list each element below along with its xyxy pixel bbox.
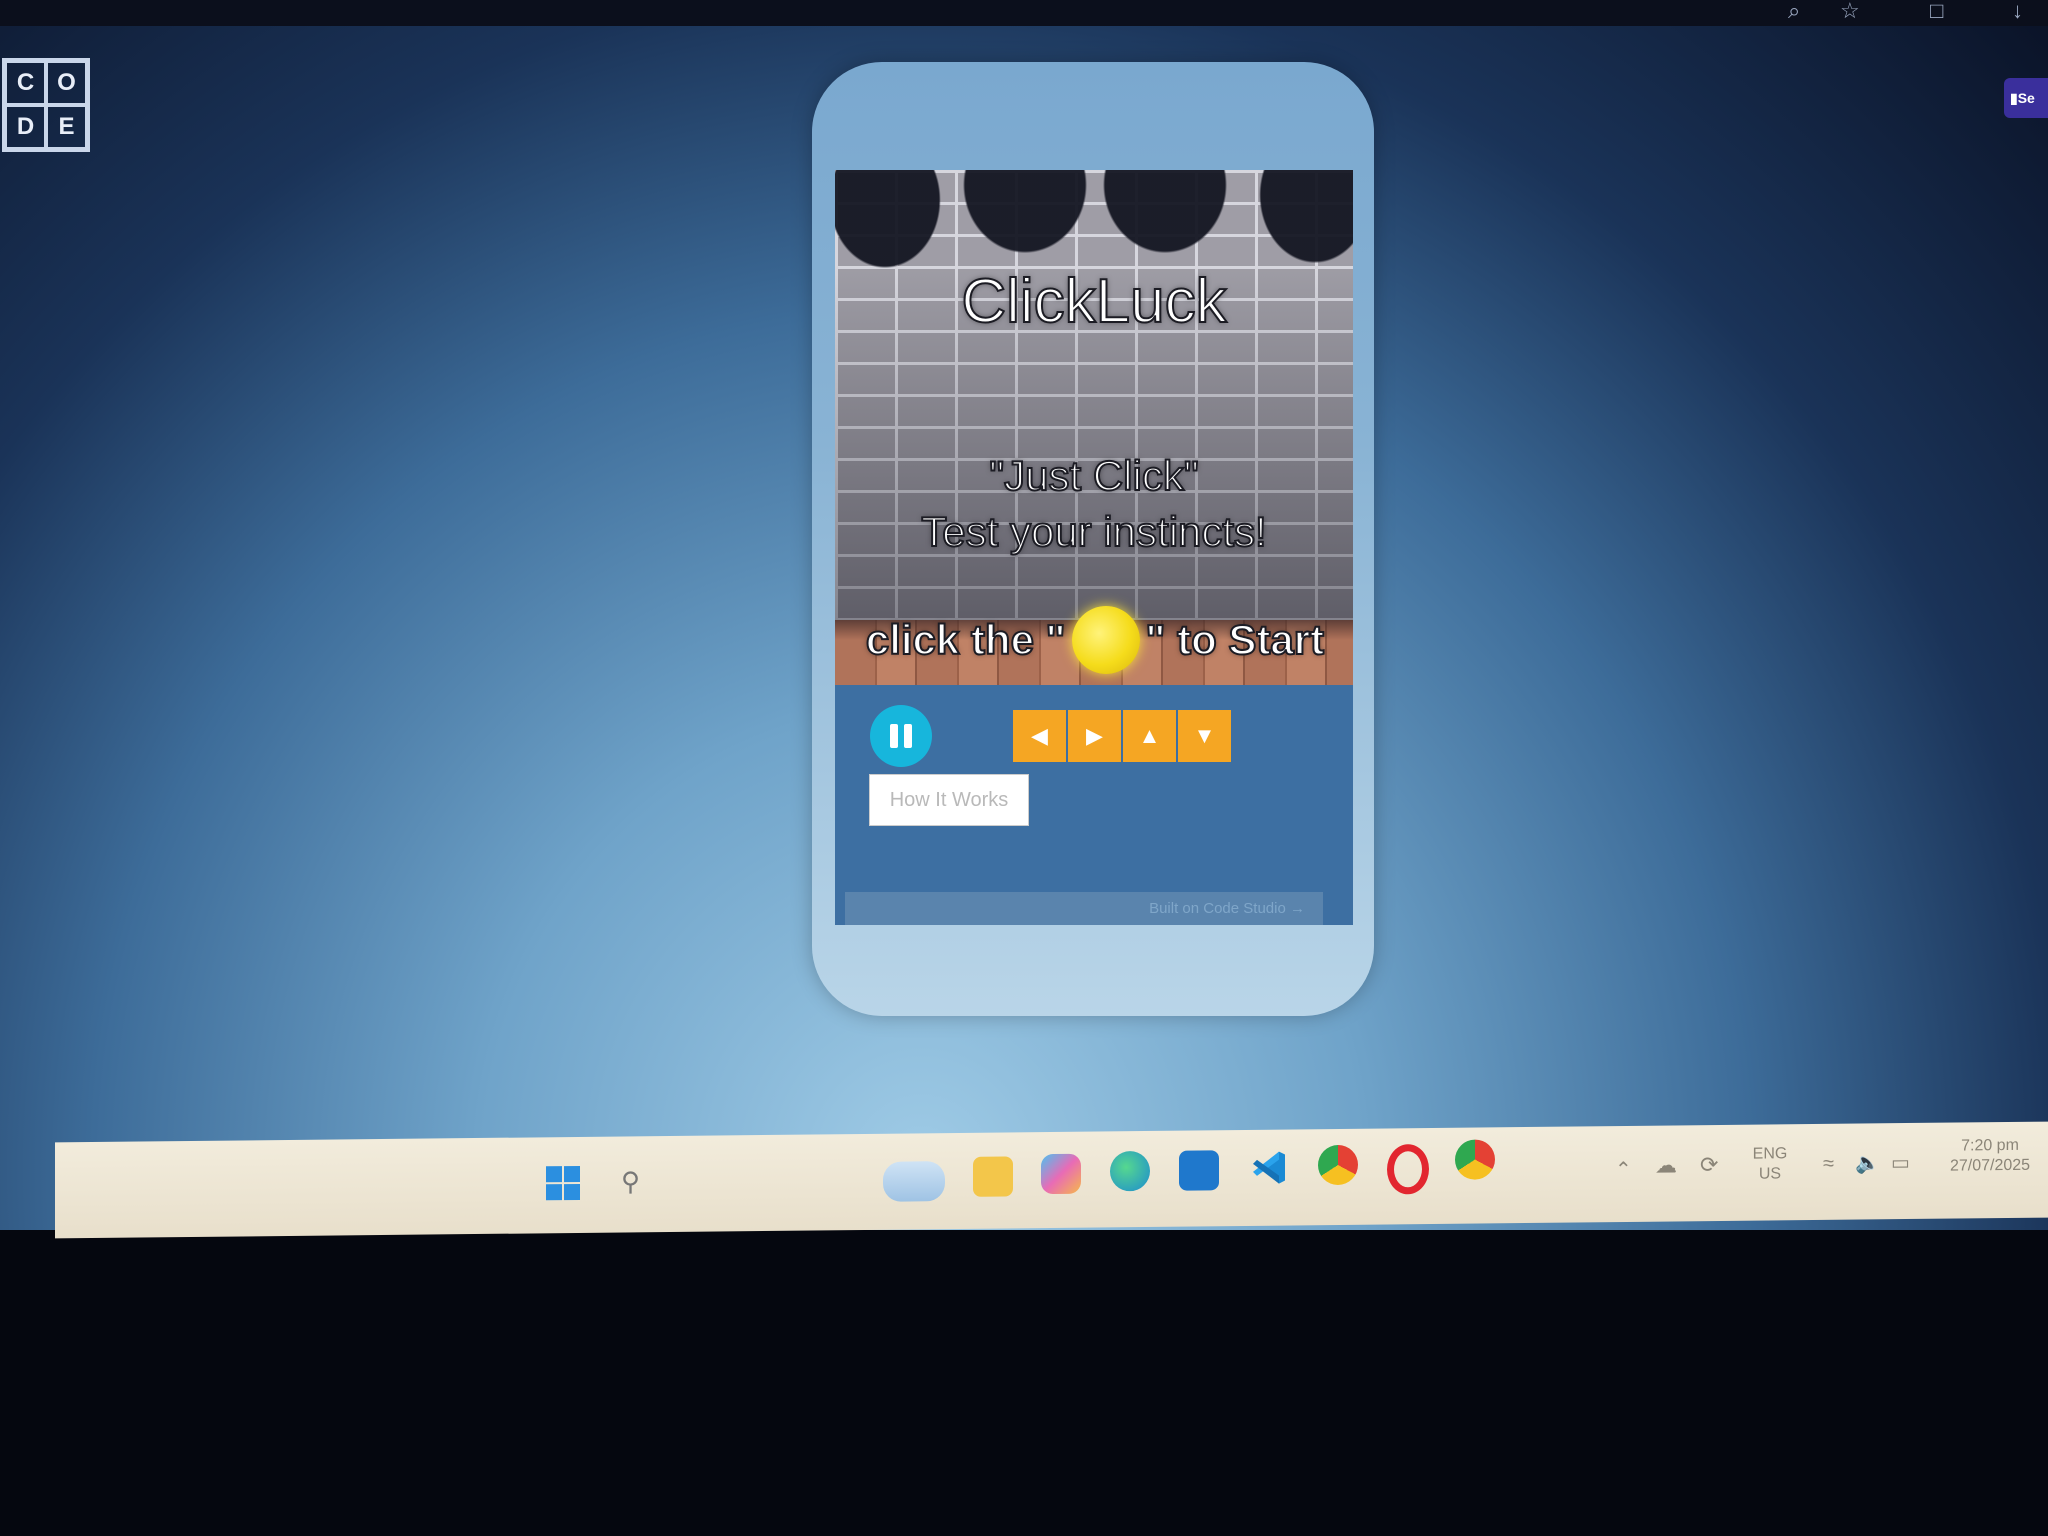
start-prefix: click the " xyxy=(865,615,1067,664)
code-org-logo[interactable]: C O D E xyxy=(2,58,90,152)
extensions-icon[interactable]: □ xyxy=(1930,0,1943,22)
outlook-icon[interactable] xyxy=(1179,1150,1219,1191)
search-icon[interactable]: ⚲ xyxy=(621,1166,640,1197)
phone-icon: ▮ xyxy=(2010,89,2018,106)
down-arrow-button[interactable]: ▼ xyxy=(1178,710,1231,762)
built-on-code-studio-link[interactable]: Built on Code Studio → xyxy=(845,892,1323,925)
game-title: ClickLuck xyxy=(960,266,1227,337)
vscode-icon[interactable] xyxy=(1249,1148,1289,1188)
app-screen: ClickLuck "Just Click" Test your instinc… xyxy=(835,170,1353,925)
sync-icon[interactable]: ⟳ xyxy=(1700,1152,1718,1177)
language-label: ENG xyxy=(1752,1145,1788,1163)
region-label: US xyxy=(1758,1165,1782,1183)
opera-icon[interactable] xyxy=(1387,1144,1429,1195)
download-icon[interactable]: ↓ xyxy=(2012,0,2023,22)
chrome-profile-icon[interactable] xyxy=(1455,1139,1495,1180)
chevron-up-icon[interactable]: ⌃ xyxy=(1615,1159,1632,1181)
tagline-subtitle: Test your instincts! xyxy=(920,507,1267,556)
left-arrow-button[interactable]: ◀ xyxy=(1013,710,1066,762)
how-it-works-button[interactable]: How It Works xyxy=(869,774,1029,826)
game-stage: ClickLuck "Just Click" Test your instinc… xyxy=(835,170,1353,685)
right-arrow-button[interactable]: ▶ xyxy=(1068,710,1121,762)
copilot-icon[interactable] xyxy=(1041,1153,1081,1195)
chrome-icon[interactable] xyxy=(1318,1144,1358,1186)
share-button[interactable]: ▮ Se xyxy=(2004,78,2048,118)
language-indicator[interactable]: ENG US xyxy=(1745,1144,1795,1185)
logo-letter: O xyxy=(46,61,87,105)
pause-icon xyxy=(890,724,898,748)
start-coin-button[interactable] xyxy=(1071,606,1140,674)
logo-letter: E xyxy=(46,105,87,149)
weather-icon[interactable] xyxy=(883,1161,945,1202)
logo-letter: C xyxy=(5,61,46,105)
clock[interactable]: 7:20 pm 27/07/2025 xyxy=(1935,1136,2045,1177)
share-button-label: Se xyxy=(2017,90,2035,106)
browser-top-bar: ⌕ ☆ □ ↓ xyxy=(0,0,2048,26)
clock-time: 7:20 pm xyxy=(1961,1136,2019,1155)
star-icon[interactable]: ☆ xyxy=(1840,0,1860,22)
desktop-screen: ⌕ ☆ □ ↓ C O D E ▮ Se ClickLuck "Just Cli… xyxy=(0,0,2048,1230)
clock-date: 27/07/2025 xyxy=(1949,1156,2031,1175)
up-arrow-button[interactable]: ▲ xyxy=(1123,710,1176,762)
search-icon[interactable]: ⌕ xyxy=(1788,0,1800,22)
dpad-controls: ◀ ▶ ▲ ▼ xyxy=(1013,710,1231,762)
tagline-quote: "Just Click" xyxy=(988,451,1200,500)
start-instruction: click the " " to Start xyxy=(855,606,1335,674)
battery-icon[interactable]: ▭ xyxy=(1891,1152,1910,1174)
onedrive-icon[interactable]: ☁ xyxy=(1655,1152,1677,1177)
volume-icon[interactable]: 🔈 xyxy=(1855,1152,1880,1174)
spotlight-overlay xyxy=(835,170,1353,640)
start-suffix: " to Start xyxy=(1145,615,1326,664)
file-explorer-icon[interactable] xyxy=(973,1156,1013,1197)
logo-letter: D xyxy=(5,105,46,149)
start-icon[interactable] xyxy=(545,1165,581,1201)
wifi-icon[interactable]: ≈ xyxy=(1823,1153,1834,1175)
pause-button[interactable] xyxy=(870,705,932,767)
edge-icon[interactable] xyxy=(1110,1150,1150,1192)
pause-icon xyxy=(904,724,912,748)
